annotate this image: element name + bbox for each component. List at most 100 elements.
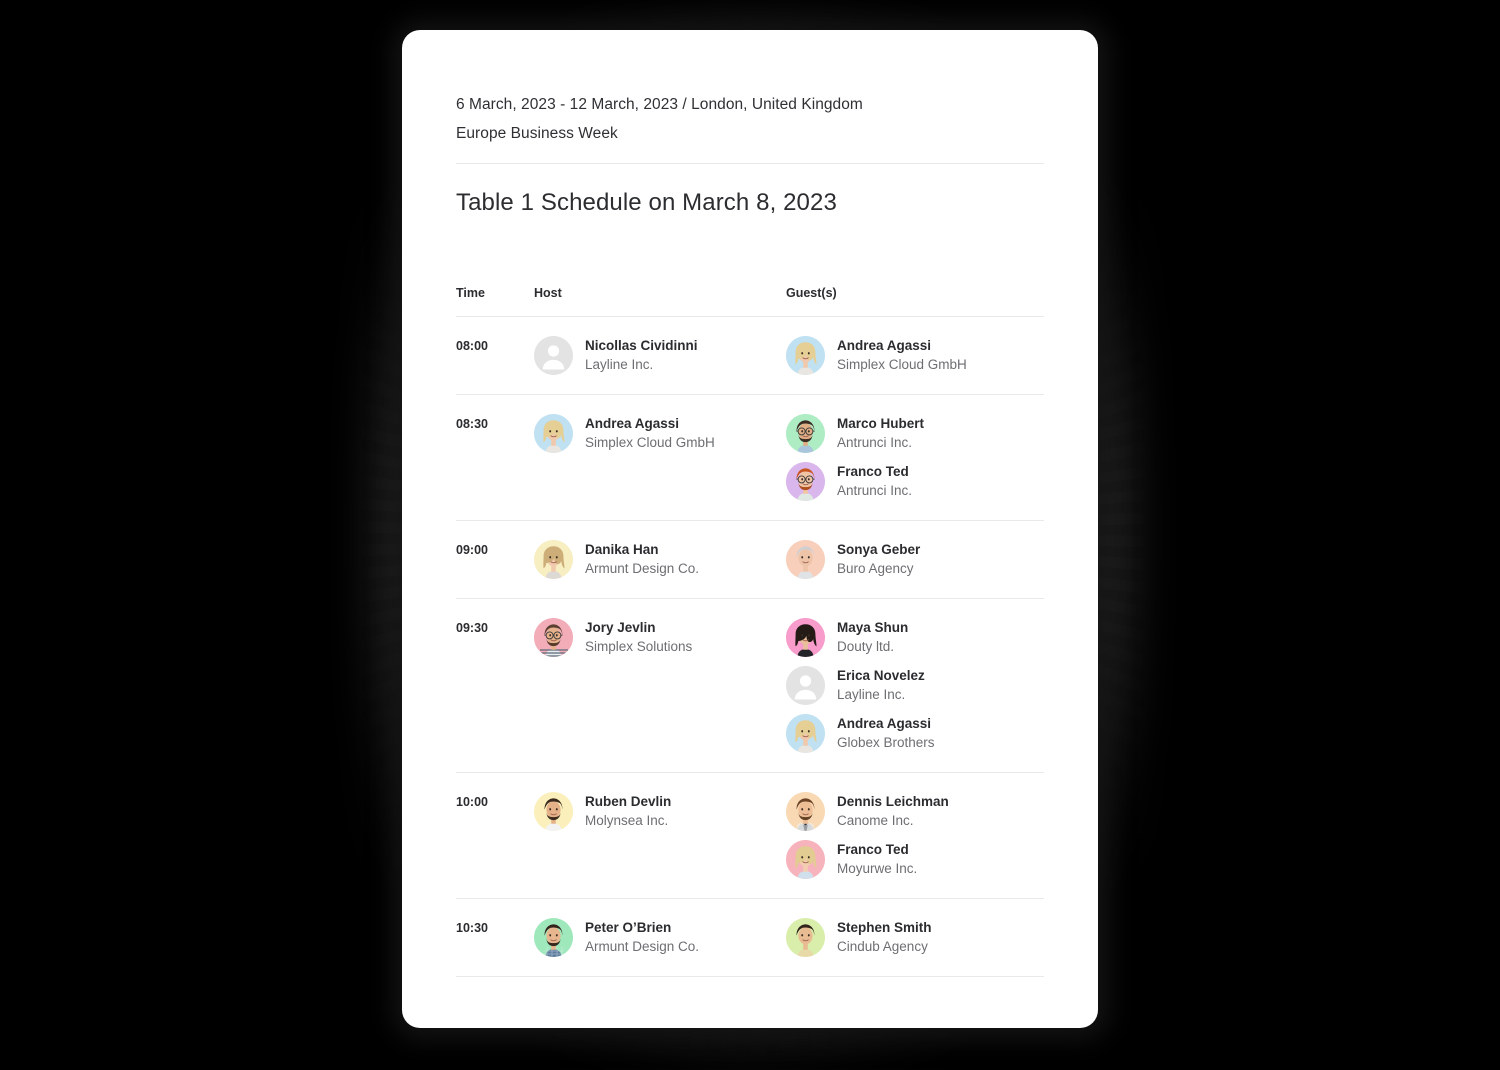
person-organization: Layline Inc. [837, 687, 906, 702]
photo-avatar-smiling-man [786, 918, 825, 957]
cell-host: Nicollas Cividinni Layline Inc. [534, 317, 786, 395]
column-header-host: Host [534, 286, 562, 300]
person-name: Jory Jevlin [585, 620, 656, 635]
column-header-guests: Guest(s) [786, 286, 837, 300]
guest-person[interactable]: Erica Novelez Layline Inc. [786, 666, 1044, 705]
person-name: Andrea Agassi [837, 716, 932, 731]
person-name: Franco Ted [837, 842, 909, 857]
photo-avatar-silver-hair-woman [786, 540, 825, 579]
cell-time: 10:30 [456, 921, 488, 935]
photo-avatar-dark-hair-beard-man [534, 792, 573, 831]
table-row[interactable]: 10:00 Ruben Devlin Molynsea Inc. Dennis … [456, 772, 1044, 899]
event-dates-location: 6 March, 2023 - 12 March, 2023 / London,… [456, 96, 863, 113]
photo-avatar-blonde-woman [786, 336, 825, 375]
table-row[interactable]: 10:30 Peter O’Brien Armunt Design Co. St… [456, 898, 1044, 977]
guest-person[interactable]: Stephen Smith Cindub Agency [786, 918, 1044, 957]
photo-avatar-redhead-glasses [786, 462, 825, 501]
screen-background: 6 March, 2023 - 12 March, 2023 / London,… [0, 0, 1500, 1070]
person-organization: Layline Inc. [585, 357, 654, 372]
person-organization: Moyurwe Inc. [837, 861, 918, 876]
photo-avatar-blonde-woman [786, 714, 825, 753]
person-text: Stephen Smith Cindub Agency [837, 918, 932, 957]
person-name: Peter O’Brien [585, 920, 672, 935]
host-person[interactable]: Danika Han Armunt Design Co. [534, 540, 786, 579]
person-text: Franco Ted Moyurwe Inc. [837, 840, 917, 879]
person-organization: Armunt Design Co. [585, 939, 700, 954]
person-name: Erica Novelez [837, 668, 925, 683]
placeholder-avatar [786, 666, 825, 705]
event-name: Europe Business Week [456, 125, 618, 142]
guest-person[interactable]: Franco Ted Moyurwe Inc. [786, 840, 1044, 879]
table-row[interactable]: 08:30 Andrea Agassi Simplex Cloud GmbH M… [456, 394, 1044, 521]
photo-avatar-plaid-shirt-man [534, 918, 573, 957]
guest-person[interactable]: Marco Hubert Antrunci Inc. [786, 414, 1044, 453]
person-text: Dennis Leichman Canome Inc. [837, 792, 949, 831]
person-text: Danika Han Armunt Design Co. [585, 540, 699, 579]
cell-host: Ruben Devlin Molynsea Inc. [534, 773, 786, 899]
column-header-time: Time [456, 286, 485, 300]
cell-host: Danika Han Armunt Design Co. [534, 521, 786, 599]
table-header: Time Host Guest(s) [456, 286, 1044, 317]
host-person[interactable]: Ruben Devlin Molynsea Inc. [534, 792, 786, 831]
table-row[interactable]: 09:00 Danika Han Armunt Design Co. Sonya… [456, 520, 1044, 599]
photo-avatar-suit-beard-man [786, 792, 825, 831]
host-person[interactable]: Andrea Agassi Simplex Cloud GmbH [534, 414, 786, 453]
person-organization: Cindub Agency [837, 939, 928, 954]
host-person[interactable]: Nicollas Cividinni Layline Inc. [534, 336, 786, 375]
person-name: Andrea Agassi [837, 338, 932, 353]
placeholder-avatar [534, 336, 573, 375]
cell-host: Andrea Agassi Simplex Cloud GmbH [534, 395, 786, 521]
person-name: Andrea Agassi [585, 416, 680, 431]
guest-person[interactable]: Dennis Leichman Canome Inc. [786, 792, 1044, 831]
person-name: Marco Hubert [837, 416, 925, 431]
photo-avatar-blonde-woman-pink [786, 840, 825, 879]
photo-avatar-man-glasses-beard [786, 414, 825, 453]
person-organization: Armunt Design Co. [585, 561, 700, 576]
person-text: Franco Ted Antrunci Inc. [837, 462, 912, 501]
event-meta-block: 6 March, 2023 - 12 March, 2023 / London,… [456, 90, 1044, 164]
photo-avatar-bearded-man-stripes [534, 618, 573, 657]
host-person[interactable]: Peter O’Brien Armunt Design Co. [534, 918, 786, 957]
table-body: 08:00 Nicollas Cividinni Layline Inc. And… [456, 316, 1044, 977]
person-name: Stephen Smith [837, 920, 932, 935]
cell-time: 09:30 [456, 621, 488, 635]
person-text: Ruben Devlin Molynsea Inc. [585, 792, 671, 831]
person-text: Erica Novelez Layline Inc. [837, 666, 925, 705]
person-text: Nicollas Cividinni Layline Inc. [585, 336, 698, 375]
table-row[interactable]: 09:30 Jory Jevlin Simplex Solutions Maya… [456, 598, 1044, 773]
person-text: Peter O’Brien Armunt Design Co. [585, 918, 699, 957]
person-text: Andrea Agassi Simplex Cloud GmbH [837, 336, 967, 375]
cell-guests: Sonya Geber Buro Agency [786, 521, 1044, 599]
schedule-table: Time Host Guest(s) 08:00 Nicollas Cividi… [456, 286, 1044, 977]
cell-guests: Maya Shun Douty ltd. Erica Novelez Layline… [786, 599, 1044, 773]
guest-person[interactable]: Maya Shun Douty ltd. [786, 618, 1044, 657]
guest-person[interactable]: Sonya Geber Buro Agency [786, 540, 1044, 579]
person-organization: Douty ltd. [837, 639, 895, 654]
cell-guests: Dennis Leichman Canome Inc. Franco Ted Moy… [786, 773, 1044, 899]
person-organization: Canome Inc. [837, 813, 914, 828]
cell-host: Peter O’Brien Armunt Design Co. [534, 899, 786, 977]
person-text: Andrea Agassi Globex Brothers [837, 714, 935, 753]
cell-time: 08:00 [456, 339, 488, 353]
page-title: Table 1 Schedule on March 8, 2023 [456, 189, 837, 216]
guest-person[interactable]: Franco Ted Antrunci Inc. [786, 462, 1044, 501]
person-name: Sonya Geber [837, 542, 921, 557]
schedule-card: 6 March, 2023 - 12 March, 2023 / London,… [402, 30, 1098, 1028]
person-text: Sonya Geber Buro Agency [837, 540, 920, 579]
person-text: Jory Jevlin Simplex Solutions [585, 618, 692, 657]
person-organization: Globex Brothers [837, 735, 935, 750]
person-name: Franco Ted [837, 464, 909, 479]
person-organization: Simplex Cloud GmbH [585, 435, 715, 450]
photo-avatar-blonde-woman [534, 414, 573, 453]
cell-time: 09:00 [456, 543, 488, 557]
cell-guests: Stephen Smith Cindub Agency [786, 899, 1044, 977]
guest-person[interactable]: Andrea Agassi Simplex Cloud GmbH [786, 336, 1044, 375]
person-organization: Molynsea Inc. [585, 813, 669, 828]
host-person[interactable]: Jory Jevlin Simplex Solutions [534, 618, 786, 657]
table-row[interactable]: 08:00 Nicollas Cividinni Layline Inc. And… [456, 316, 1044, 395]
person-name: Danika Han [585, 542, 659, 557]
guest-person[interactable]: Andrea Agassi Globex Brothers [786, 714, 1044, 753]
person-name: Nicollas Cividinni [585, 338, 698, 353]
person-text: Maya Shun Douty ltd. [837, 618, 908, 657]
person-name: Maya Shun [837, 620, 909, 635]
